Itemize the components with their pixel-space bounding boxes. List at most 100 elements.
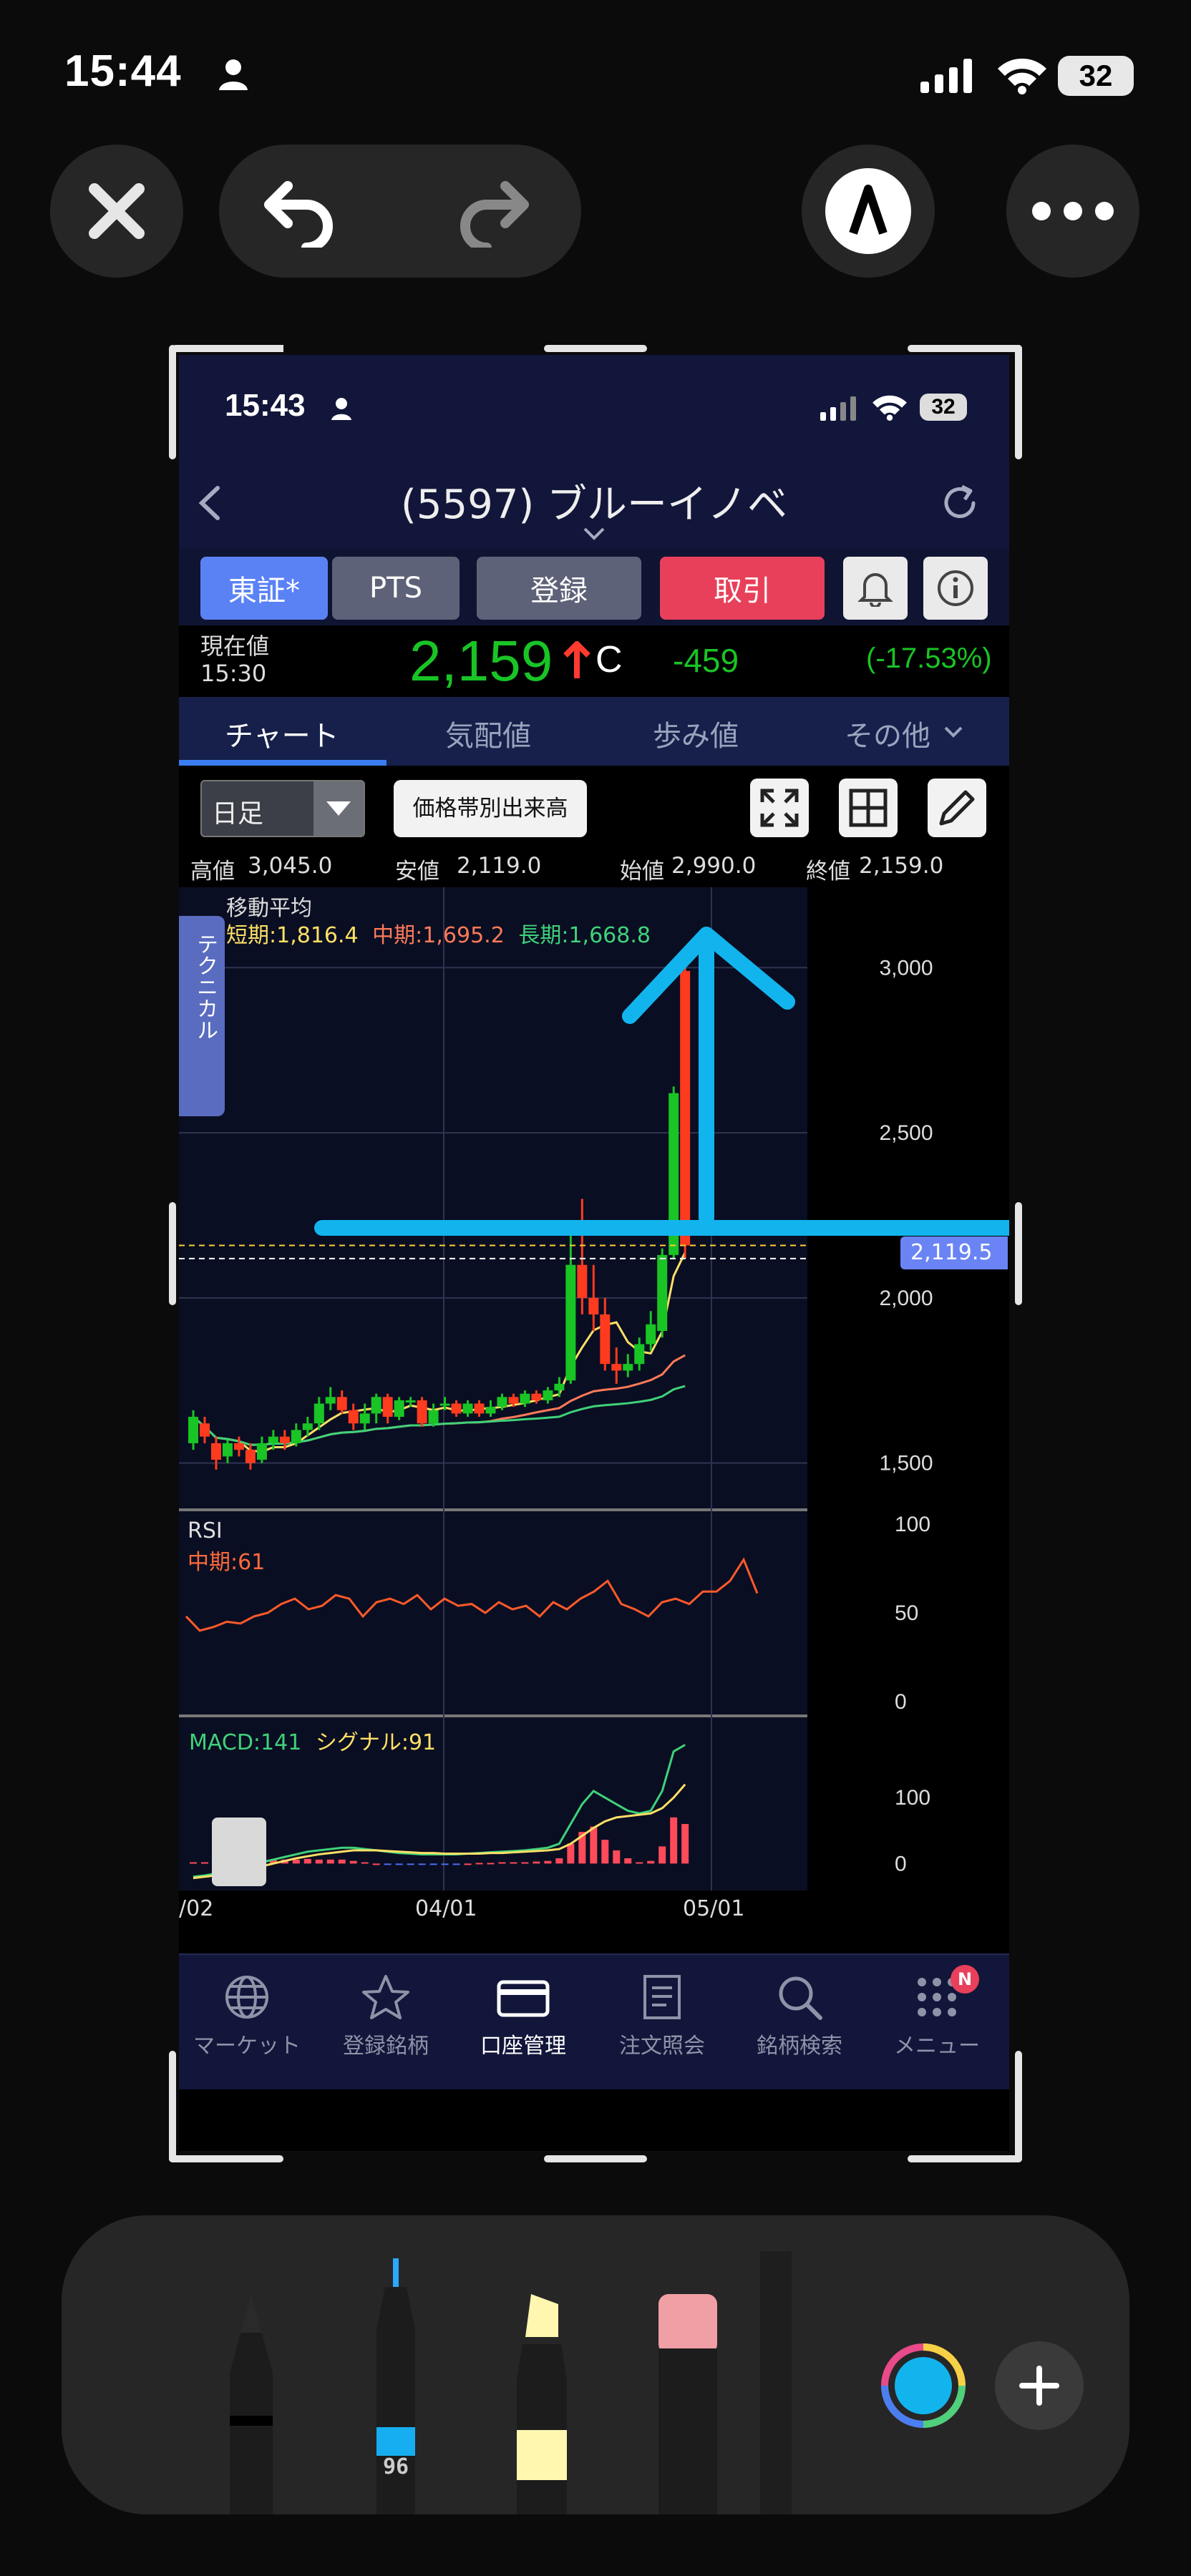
inner-battery-indicator: 32 — [920, 394, 967, 421]
nav-watchlist[interactable]: 登録銘柄 — [318, 1962, 454, 2059]
inner-status-time: 15:43 — [225, 388, 306, 423]
candle-body — [245, 1450, 256, 1463]
close-icon — [89, 183, 145, 239]
redo-icon[interactable] — [455, 176, 534, 248]
markup-pen-button[interactable] — [802, 145, 935, 278]
close-button[interactable] — [50, 145, 183, 278]
macd-histogram-bar — [647, 1860, 655, 1864]
ma-values: 短期:1,816.4 中期:1,695.2 長期:1,668.8 — [226, 917, 651, 949]
undo-icon[interactable] — [259, 176, 338, 248]
exchange-tse-button[interactable]: 東証* — [200, 557, 328, 620]
fullscreen-button[interactable] — [750, 779, 809, 837]
price-tick-label: 1,500 — [879, 1452, 933, 1475]
candle-body — [508, 1397, 519, 1404]
stock-title[interactable]: (5597) ブルーイノベ — [179, 472, 1009, 530]
color-picker-icon[interactable] — [879, 2341, 968, 2430]
info-button[interactable] — [923, 557, 988, 620]
screenshot-bottom-area — [179, 2089, 1009, 2151]
alert-button[interactable] — [843, 557, 908, 620]
candle-body — [623, 1364, 633, 1371]
ellipsis-icon — [1032, 202, 1114, 220]
candle-body — [451, 1403, 462, 1414]
candle-body — [336, 1397, 347, 1410]
chart-scroll-handle[interactable] — [212, 1818, 266, 1886]
trade-button[interactable]: 取引 — [660, 557, 825, 620]
candle-body — [497, 1397, 507, 1407]
macd-histogram-bar — [544, 1860, 552, 1864]
crop-corner-tl-h[interactable] — [169, 345, 283, 352]
close-flag: C — [596, 639, 623, 680]
pen-tip-icon — [825, 168, 911, 254]
layout-button[interactable] — [839, 779, 898, 837]
crop-corner-tl[interactable] — [169, 345, 176, 459]
macd-histogram-bar — [521, 1862, 529, 1864]
technical-tab-label: テクニカル — [193, 933, 218, 1040]
tab-order-book[interactable]: 気配値 — [445, 713, 531, 754]
macd-histogram-bar — [441, 1863, 449, 1865]
high-label: 高値 — [190, 859, 235, 884]
nav-market[interactable]: マーケット — [179, 1962, 315, 2059]
eraser-tool-icon[interactable] — [648, 2294, 727, 2514]
nav-market-label: マーケット — [193, 2034, 301, 2059]
more-options-button[interactable] — [1006, 145, 1139, 278]
stock-chart-svg[interactable]: 3,000 2,500 2,000 1,500 100 50 0 100 0 — [179, 887, 1009, 1953]
macd-histogram-bar — [395, 1863, 403, 1865]
candle-body — [646, 1324, 656, 1345]
macd-histogram-bar — [567, 1843, 575, 1864]
period-select[interactable]: 日足 — [200, 780, 365, 837]
markup-tool-tray: 96 — [62, 2215, 1129, 2514]
chevron-down-icon[interactable] — [583, 527, 606, 541]
crop-corner-bl-h[interactable] — [169, 2155, 283, 2162]
macd-histogram-bar — [636, 1862, 643, 1864]
tray-divider — [760, 2251, 792, 2514]
tab-chart[interactable]: チャート — [225, 713, 339, 754]
crop-edge-right[interactable] — [1015, 1202, 1022, 1305]
expand-icon — [760, 789, 799, 827]
crop-corner-br-h[interactable] — [908, 2155, 1022, 2162]
candle-body — [371, 1397, 381, 1414]
nav-menu[interactable]: メニュー N — [869, 1962, 1005, 2059]
crop-corner-bl[interactable] — [169, 2051, 176, 2162]
crop-corner-br[interactable] — [1015, 2051, 1022, 2162]
macd-histogram-bar — [338, 1859, 346, 1864]
chart-area[interactable]: 3,000 2,500 2,000 1,500 100 50 0 100 0 移動平均 短期:1… — [179, 887, 1009, 1953]
nav-orders[interactable]: 注文照会 — [594, 1962, 730, 2059]
technical-side-tab[interactable]: テクニカル — [179, 916, 225, 1116]
crop-edge-bottom[interactable] — [544, 2155, 647, 2162]
macd-histogram-bar — [475, 1863, 483, 1865]
crop-edge-left[interactable] — [169, 1202, 176, 1305]
candle-body — [210, 1443, 221, 1460]
candle-body — [485, 1407, 496, 1414]
nav-account[interactable]: 口座管理 — [455, 1962, 591, 2059]
arrow-up-icon — [563, 641, 590, 678]
candle-body — [302, 1423, 313, 1430]
candle-body — [348, 1410, 359, 1424]
add-tool-button[interactable] — [995, 2341, 1084, 2430]
pts-button[interactable]: PTS — [332, 557, 460, 620]
pencil-tool-icon[interactable] — [212, 2294, 291, 2514]
draw-button[interactable] — [928, 779, 986, 837]
tab-time-and-sales[interactable]: 歩み値 — [653, 713, 739, 754]
candle-body — [577, 1264, 588, 1298]
candle-body — [600, 1314, 611, 1365]
wifi-icon — [872, 395, 907, 421]
device-status-bar: 15:44 32 — [0, 0, 1191, 143]
crop-corner-tr[interactable] — [1015, 345, 1022, 459]
grid-icon — [849, 789, 888, 827]
open-value: 2,990.0 — [671, 853, 757, 879]
crop-edge-top[interactable] — [544, 345, 647, 352]
volume-profile-button[interactable]: 価格帯別出来高 — [394, 780, 587, 837]
refresh-icon[interactable] — [939, 482, 981, 524]
candle-body — [394, 1400, 404, 1417]
screenshot-canvas: 15:43 32 (5597) ブルーイノベ 東証* PTS 登録 取引 現在値… — [179, 355, 1009, 2151]
chart-toolbar: 日足 価格帯別出来高 高値 3,045.0 安値 2,119.0 始値 2,99… — [179, 766, 1009, 887]
nav-search[interactable]: 銘柄検索 — [731, 1962, 867, 2059]
register-button[interactable]: 登録 — [477, 557, 641, 620]
highlighter-tool-icon[interactable] — [502, 2294, 581, 2514]
nav-orders-label: 注文照会 — [619, 2034, 705, 2059]
crop-corner-tr-h[interactable] — [908, 345, 1022, 352]
tab-other[interactable]: その他 — [845, 713, 930, 754]
macd-histogram-bar — [418, 1863, 426, 1865]
macd-tick-label: 100 — [895, 1786, 930, 1810]
current-price-label: 現在値 — [200, 633, 270, 660]
